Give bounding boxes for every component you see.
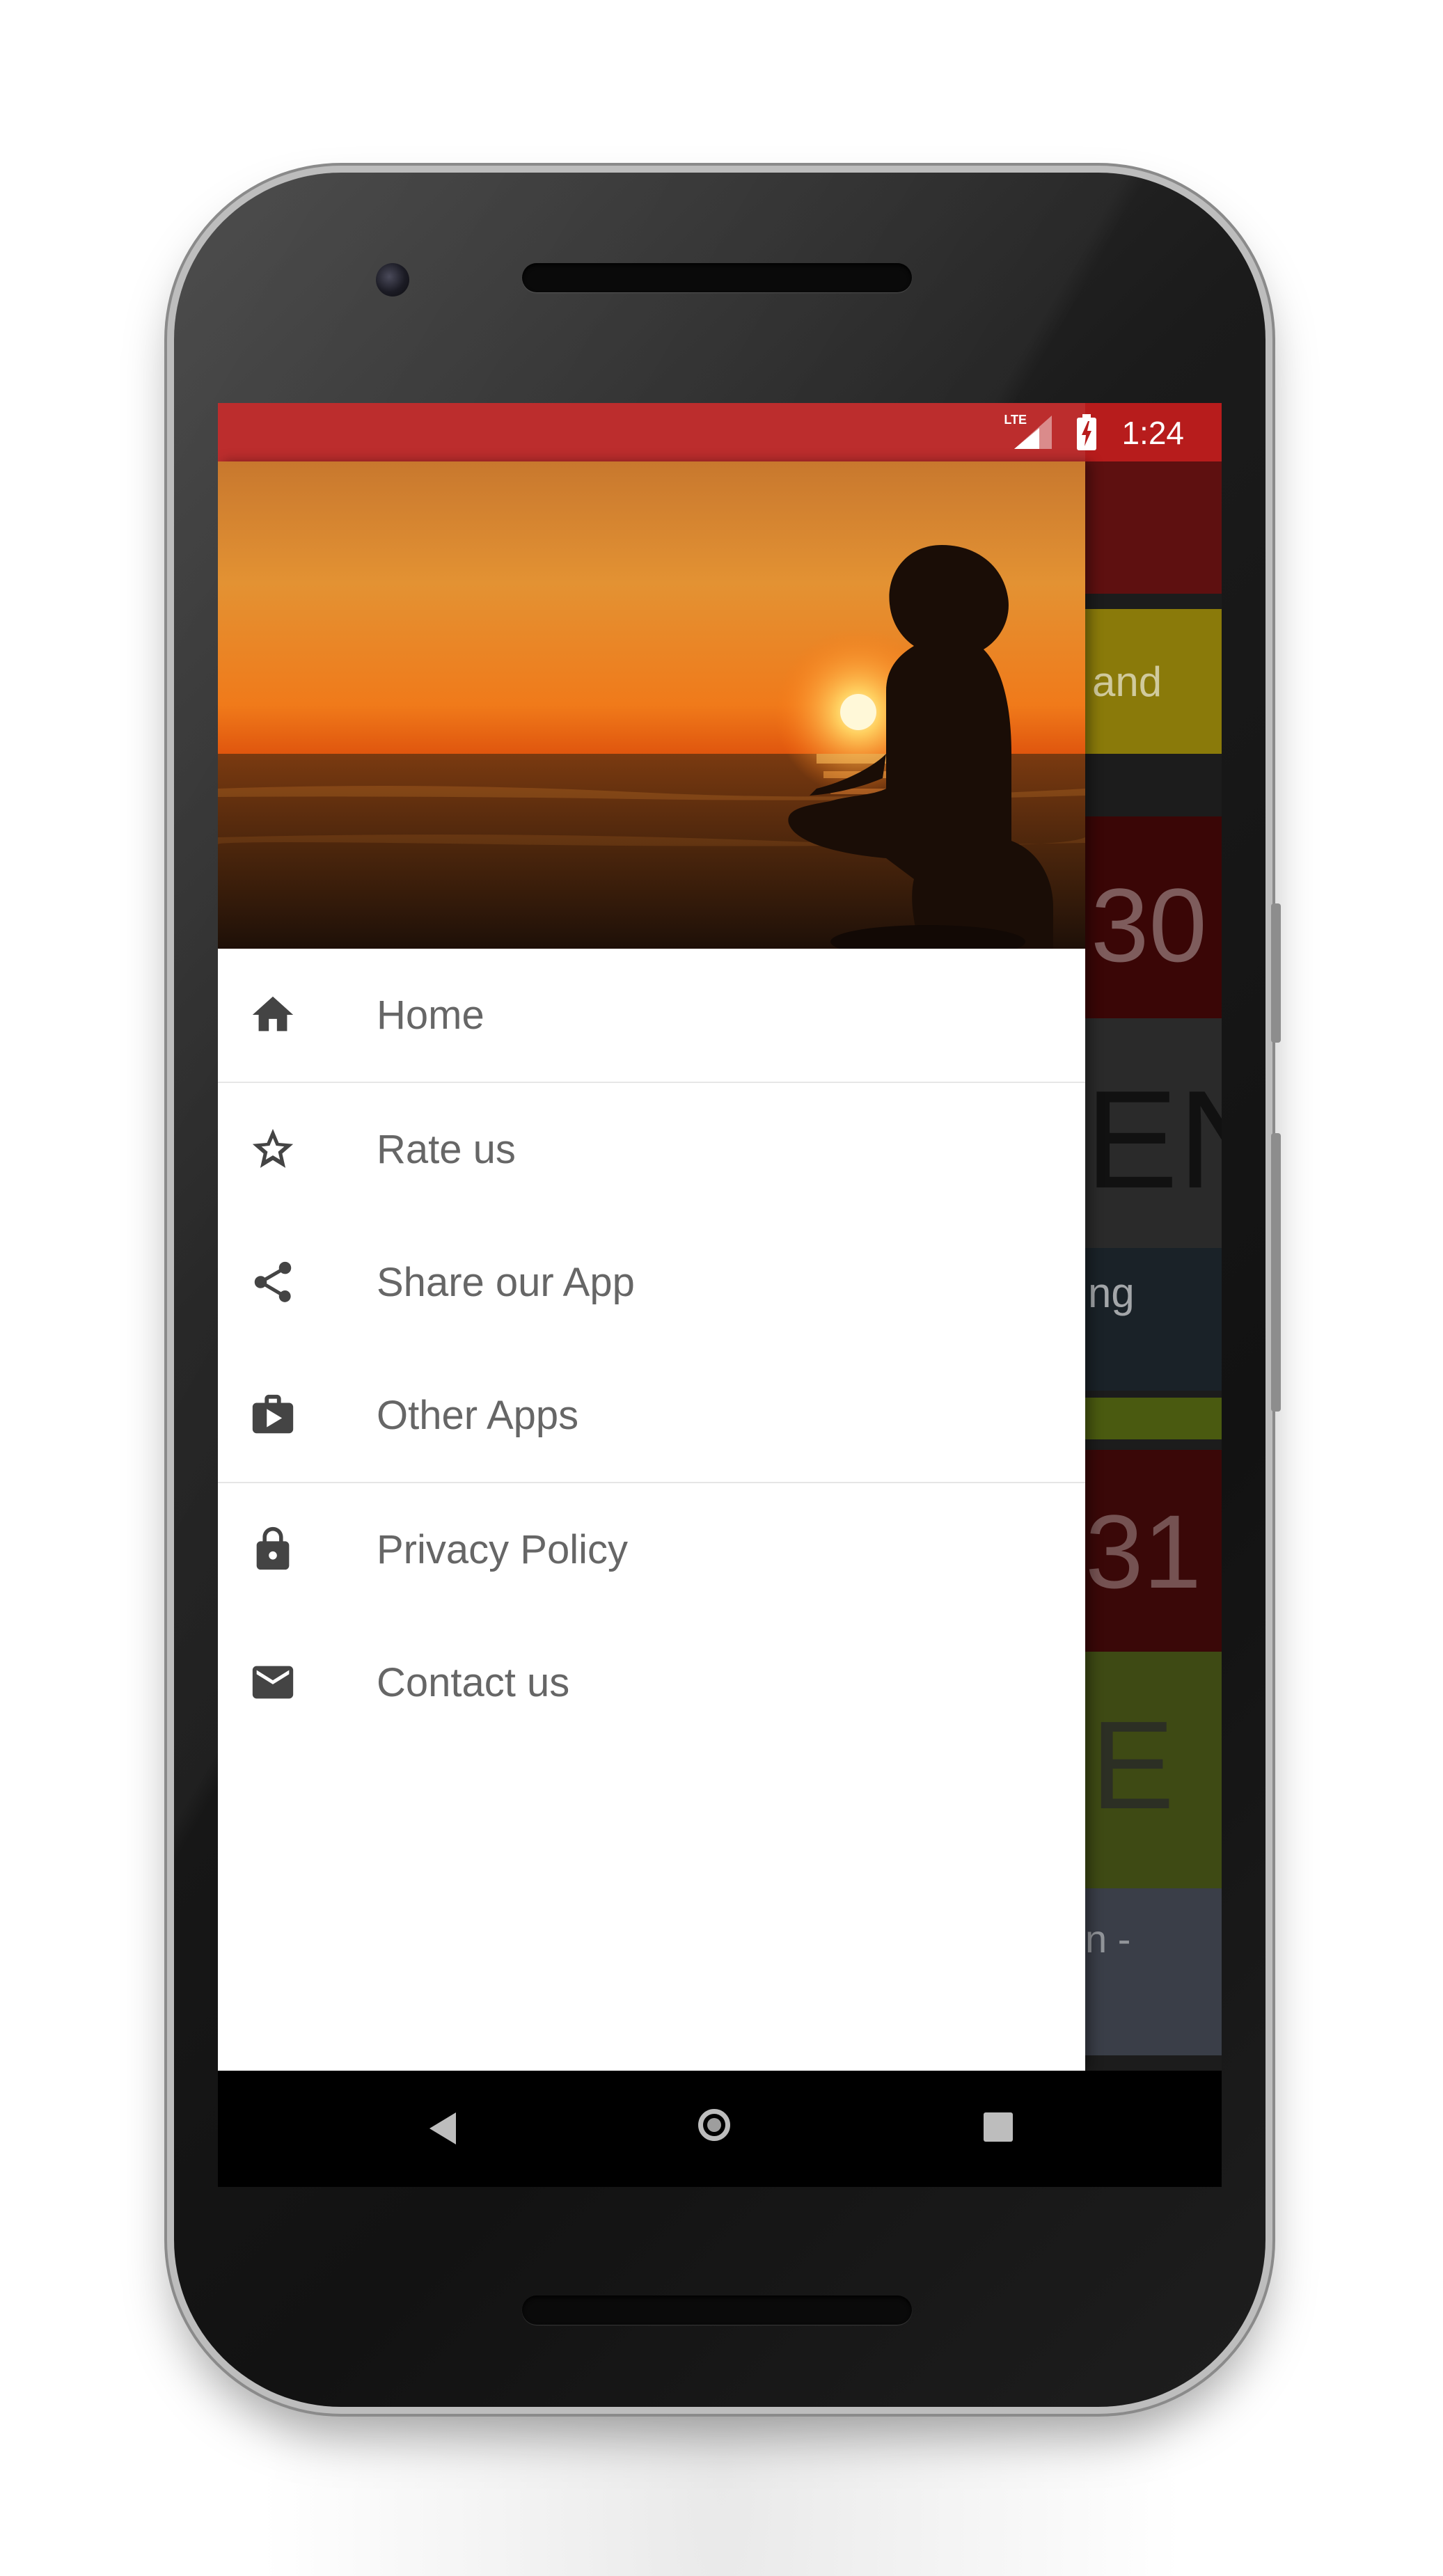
sunset-meditation-image (218, 461, 1085, 949)
share-icon (254, 1261, 292, 1302)
background-card: 31 (1085, 1450, 1222, 1652)
menu-item-privacy-policy[interactable]: Privacy Policy (218, 1483, 1085, 1616)
menu-item-home[interactable]: Home (218, 949, 1085, 1082)
menu-item-label: Rate us (377, 1127, 516, 1172)
background-card (1085, 461, 1222, 594)
front-camera (376, 263, 409, 297)
background-card-text: and (1092, 658, 1162, 705)
background-card: and (1085, 609, 1222, 754)
menu-item-label: Share our App (377, 1260, 635, 1305)
bottom-speaker (522, 2296, 912, 2325)
menu-item-share-app[interactable]: Share our App (218, 1216, 1085, 1349)
lock-icon (256, 1526, 290, 1570)
home-icon (252, 996, 294, 1032)
background-card (1085, 1398, 1222, 1439)
menu-item-label: Home (377, 993, 484, 1038)
background-card: ng (1085, 1248, 1222, 1391)
background-card: EN (1085, 1018, 1222, 1248)
power-button (1271, 903, 1281, 1043)
signal-icon (1014, 416, 1052, 449)
background-card-text: n - (1085, 1917, 1131, 1961)
recent-apps-button[interactable] (984, 2112, 1013, 2142)
background-card: E (1085, 1652, 1222, 1888)
volume-button (1271, 1133, 1281, 1412)
back-button[interactable] (429, 2112, 456, 2144)
top-speaker (522, 263, 912, 292)
background-card-text: ng (1088, 1270, 1135, 1316)
drawer-header-image (218, 461, 1085, 949)
status-bar: LTE 1:24 (218, 403, 1222, 461)
background-card: n - (1085, 1888, 1222, 2055)
background-card-text: 30 (1091, 867, 1207, 983)
device-mockup-stage: and 30 EN ng 31 E n - (0, 0, 1443, 2576)
background-card: 30 (1085, 816, 1222, 1018)
menu-item-other-apps[interactable]: Other Apps (218, 1349, 1085, 1482)
star-icon (252, 1128, 294, 1168)
phone-screen: and 30 EN ng 31 E n - (218, 403, 1222, 2187)
background-card-text: E (1091, 1696, 1175, 1835)
drawer-menu: Home Rate us Share our App Other Apps Pr… (218, 949, 1085, 1749)
status-time: 1:24 (1121, 415, 1184, 451)
home-button[interactable] (698, 2109, 730, 2141)
menu-item-contact-us[interactable]: Contact us (218, 1616, 1085, 1749)
navigation-drawer[interactable]: Home Rate us Share our App Other Apps Pr… (218, 461, 1085, 2071)
system-navigation-bar (218, 2071, 1222, 2187)
status-bar-scrim (218, 403, 1085, 461)
play-store-icon (252, 1394, 294, 1434)
email-icon (252, 1666, 294, 1699)
background-card-text: EN (1085, 1062, 1222, 1217)
menu-item-rate-us[interactable]: Rate us (218, 1083, 1085, 1216)
menu-item-label: Contact us (377, 1660, 570, 1705)
background-card-text: 31 (1085, 1493, 1201, 1610)
menu-item-label: Privacy Policy (377, 1527, 628, 1572)
menu-item-label: Other Apps (377, 1393, 579, 1438)
background-card (1085, 761, 1222, 816)
battery-charging-icon (1077, 414, 1096, 450)
